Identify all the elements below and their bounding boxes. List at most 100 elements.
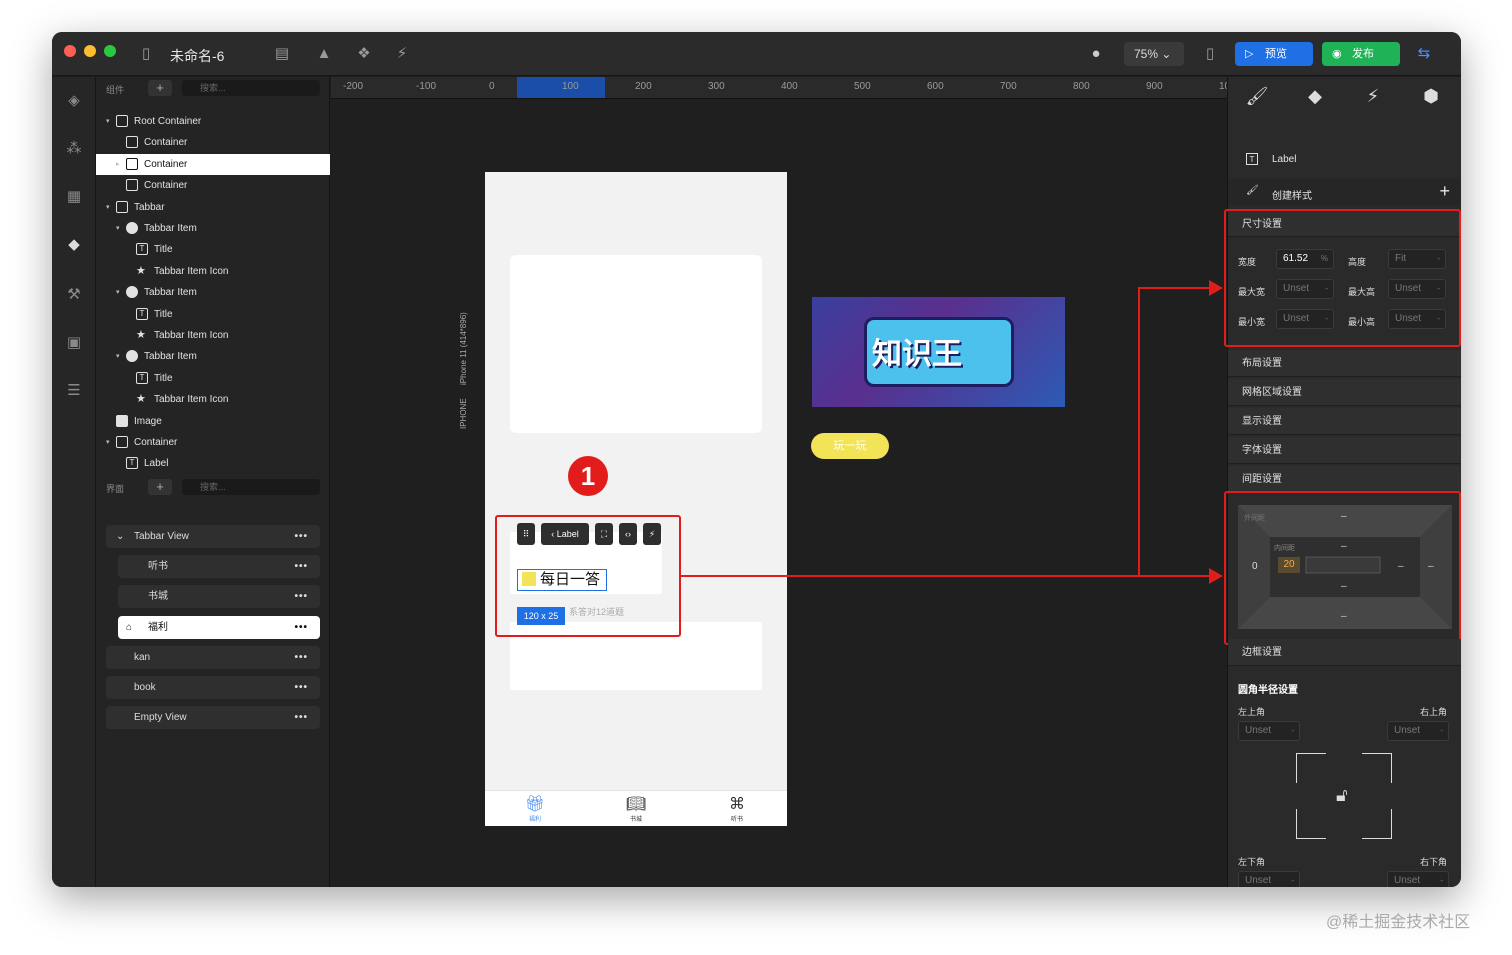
- view-item[interactable]: ⌄ Tabbar View •••: [106, 525, 320, 548]
- box-icon[interactable]: ⬢: [1416, 85, 1446, 107]
- container-icon: [126, 157, 138, 170]
- preview-button[interactable]: ▷ 预览: [1235, 42, 1313, 66]
- component-search-input[interactable]: 搜索...: [182, 80, 320, 96]
- view-label: Tabbar View: [134, 531, 189, 542]
- sidebar-toggle-icon[interactable]: ▯: [136, 44, 156, 64]
- design-canvas[interactable]: IPHONE iPhone 11 (414*896) 🎁︎ 福利 📖︎ 书城 ⌘ 听书…: [331, 99, 1227, 887]
- pages-icon[interactable]: ▣: [62, 331, 86, 355]
- text-icon: T: [136, 243, 148, 256]
- list-icon[interactable]: ☰: [62, 379, 86, 403]
- minimize-window-button[interactable]: [84, 45, 96, 57]
- blocks-icon[interactable]: ⁂: [62, 137, 86, 161]
- layer-row[interactable]: T Label: [96, 453, 330, 474]
- expand-caret-icon[interactable]: ▸: [116, 154, 120, 175]
- device-icon[interactable]: ▯: [1200, 44, 1220, 64]
- zoom-select[interactable]: 75% ⌄: [1124, 42, 1184, 66]
- layer-row[interactable]: ▾ Tabbar Item: [96, 218, 330, 239]
- view-label: 福利: [148, 621, 168, 633]
- add-style-icon[interactable]: +: [1439, 181, 1450, 202]
- layer-row[interactable]: ▾ Container: [96, 432, 330, 453]
- radius-lock-diagram[interactable]: 🔓︎: [1295, 752, 1393, 840]
- diamond-icon[interactable]: ◆: [1300, 85, 1330, 107]
- text-icon: T: [136, 307, 148, 320]
- expand-caret-icon[interactable]: ▾: [116, 282, 120, 303]
- text-icon: T: [126, 457, 138, 470]
- layer-row[interactable]: T Title: [96, 368, 330, 389]
- layer-row[interactable]: ▾ Root Container: [96, 111, 330, 132]
- top-right-radius-field[interactable]: Unset -: [1387, 721, 1449, 741]
- expand-caret-icon[interactable]: ▾: [106, 432, 110, 453]
- grid-area-section-header[interactable]: 网格区域设置: [1228, 379, 1461, 406]
- chevron-down-icon[interactable]: ⌄: [116, 525, 124, 548]
- layout-icon[interactable]: ▦: [62, 185, 86, 209]
- flash-icon[interactable]: ⚡: [1358, 85, 1388, 107]
- layer-row[interactable]: T Title: [96, 304, 330, 325]
- settings-sliders-icon[interactable]: ⇆: [1414, 44, 1434, 64]
- layer-row[interactable]: ▸ Container: [96, 153, 330, 175]
- tabbar-item-icon: [126, 222, 138, 234]
- expand-caret-icon[interactable]: ▾: [116, 218, 120, 239]
- view-item[interactable]: 书城 •••: [118, 585, 320, 609]
- maximize-window-button[interactable]: [104, 45, 116, 57]
- eye-icon: ◉: [1332, 48, 1342, 60]
- layer-row[interactable]: Container: [96, 132, 330, 153]
- more-options-icon[interactable]: •••: [294, 676, 308, 699]
- view-label: 听书: [148, 561, 168, 573]
- layer-row[interactable]: Container: [96, 175, 330, 196]
- components-icon[interactable]: ❖: [354, 44, 374, 64]
- close-window-button[interactable]: [64, 45, 76, 57]
- layer-row[interactable]: T Title: [96, 239, 330, 260]
- layer-row[interactable]: ▾ Tabbar Item: [96, 282, 330, 303]
- border-section-header[interactable]: 边框设置: [1228, 639, 1461, 666]
- bottom-right-label: 右下角: [1420, 857, 1448, 867]
- expand-caret-icon[interactable]: ▾: [106, 197, 110, 218]
- more-options-icon[interactable]: •••: [294, 646, 308, 669]
- layer-row[interactable]: Image: [96, 411, 330, 432]
- layer-label: Label: [144, 458, 169, 470]
- star-icon: ★: [136, 329, 146, 341]
- components-label: 组件: [106, 85, 125, 95]
- layer-row[interactable]: ★ Tabbar Item Icon: [96, 389, 330, 410]
- top-left-radius-field[interactable]: Unset -: [1238, 721, 1300, 741]
- spacing-section-header[interactable]: 间距设置: [1228, 466, 1461, 493]
- view-item[interactable]: ⌂ 福利 •••: [118, 615, 320, 639]
- view-search-input[interactable]: 搜索...: [182, 479, 320, 495]
- create-style-row[interactable]: 🖌︎ 创建样式 +: [1228, 179, 1461, 205]
- layout-section-header[interactable]: 布局设置: [1228, 350, 1461, 377]
- more-options-icon[interactable]: •••: [294, 525, 308, 548]
- cube-icon[interactable]: ◈: [62, 89, 86, 113]
- hammer-icon[interactable]: ⚒: [62, 283, 86, 307]
- layer-row[interactable]: ★ Tabbar Item Icon: [96, 261, 330, 282]
- view-item[interactable]: kan •••: [106, 645, 320, 669]
- flash-icon[interactable]: ⚡: [392, 44, 412, 64]
- views-header: 界面 + 搜索...: [96, 476, 330, 498]
- layer-row[interactable]: ▾ Tabbar: [96, 197, 330, 218]
- container-icon: [116, 436, 128, 448]
- add-component-button[interactable]: +: [148, 80, 172, 96]
- publish-button[interactable]: ◉ 发布: [1322, 42, 1400, 66]
- view-item[interactable]: 听书 •••: [118, 555, 320, 579]
- layer-label: Root Container: [134, 116, 202, 127]
- expand-caret-icon[interactable]: ▾: [116, 346, 120, 367]
- lock-icon[interactable]: 🔓︎: [1336, 785, 1348, 806]
- layer-row[interactable]: ▾ Tabbar Item: [96, 346, 330, 367]
- bottom-right-radius-field[interactable]: Unset -: [1387, 871, 1449, 887]
- view-item[interactable]: Empty View •••: [106, 706, 320, 730]
- more-options-icon[interactable]: •••: [294, 555, 308, 578]
- brush-icon[interactable]: 🖌︎: [1242, 85, 1272, 107]
- triangle-icon[interactable]: ▲: [314, 44, 334, 64]
- more-options-icon[interactable]: •••: [294, 616, 308, 639]
- ruler-tick: 0: [489, 81, 495, 92]
- page-icon[interactable]: ▤: [272, 44, 292, 64]
- more-options-icon[interactable]: •••: [294, 585, 308, 608]
- view-item[interactable]: book •••: [106, 676, 320, 699]
- layers-icon[interactable]: ◆: [62, 233, 86, 257]
- expand-caret-icon[interactable]: ▾: [106, 111, 110, 132]
- bottom-left-radius-field[interactable]: Unset -: [1238, 871, 1300, 887]
- add-view-button[interactable]: +: [148, 479, 172, 495]
- font-section-header[interactable]: 字体设置: [1228, 437, 1461, 464]
- display-section-header[interactable]: 显示设置: [1228, 408, 1461, 435]
- layer-row[interactable]: ★ Tabbar Item Icon: [96, 325, 330, 346]
- avatar[interactable]: ●: [1086, 44, 1106, 64]
- more-options-icon[interactable]: •••: [294, 706, 308, 729]
